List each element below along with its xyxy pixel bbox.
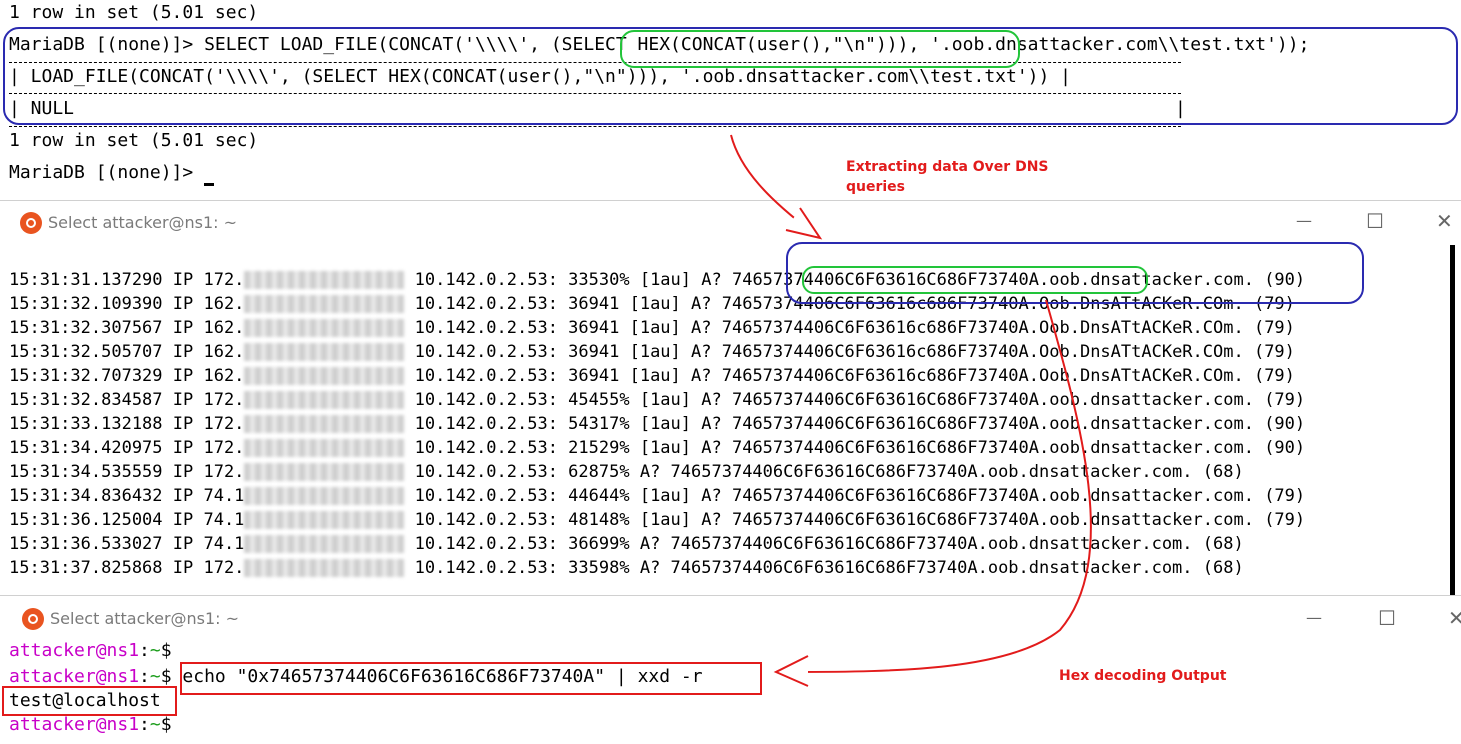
arrowhead-command xyxy=(773,655,809,687)
annotation-arrows xyxy=(730,134,1092,687)
arrow-to-command xyxy=(789,299,1092,673)
arrowhead-dns-log xyxy=(785,207,823,240)
